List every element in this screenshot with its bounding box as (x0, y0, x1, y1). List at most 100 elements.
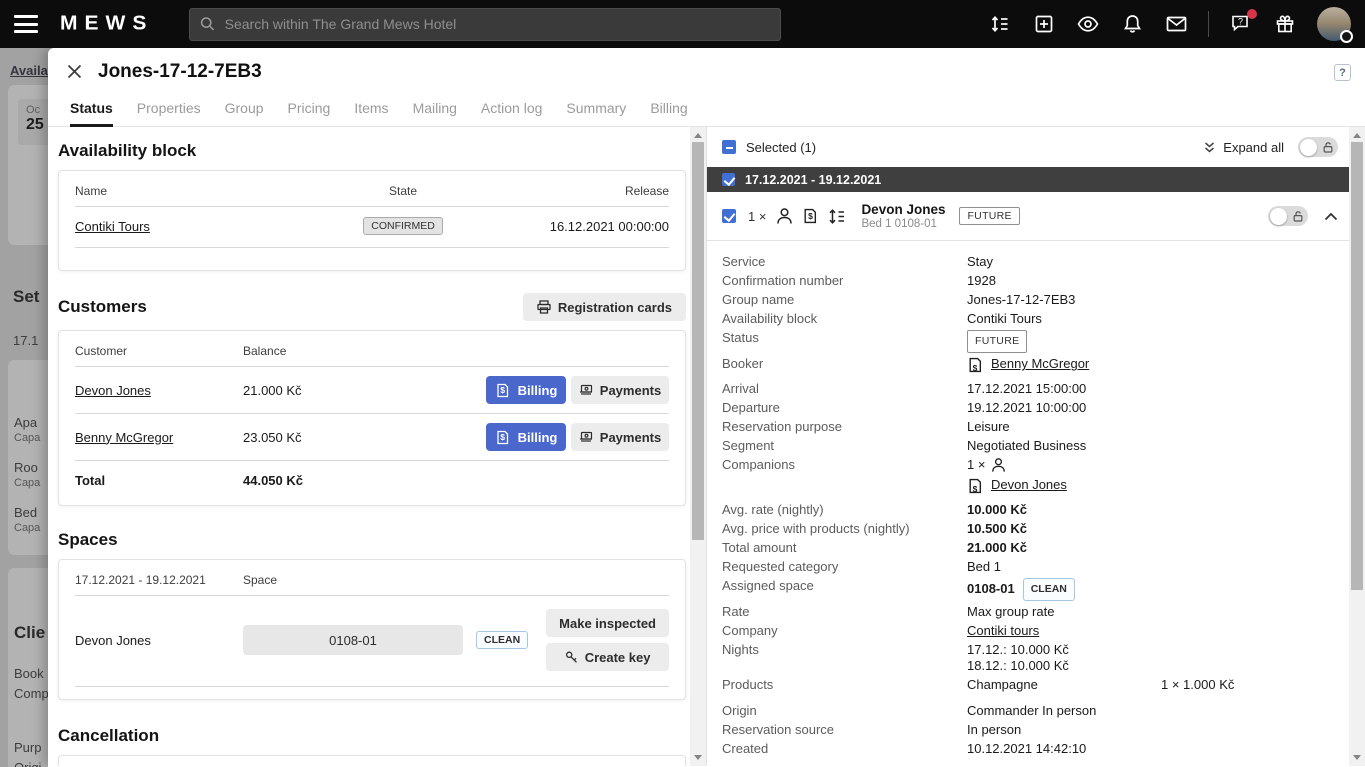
tab-summary[interactable]: Summary (566, 100, 626, 126)
user-avatar[interactable] (1317, 7, 1351, 41)
cancellation-heading: Cancellation (58, 726, 686, 746)
expand-all-icon[interactable] (1203, 141, 1216, 154)
search-icon (200, 16, 215, 32)
detail-value: In person (967, 722, 1021, 738)
detail-value: 10.000 Kč (967, 502, 1027, 518)
select-all-checkbox[interactable] (722, 140, 736, 154)
app-root: MEWS ? (0, 0, 1365, 767)
reservations-right-pane: Selected (1) Expand all 17.12.2021 - 19.… (706, 127, 1350, 766)
company-link[interactable]: Contiki tours (967, 623, 1039, 639)
expand-all-label[interactable]: Expand all (1223, 140, 1284, 155)
customers-card: Customer Balance Devon Jones 21.000 Kč $ (58, 330, 686, 506)
confirmed-badge: CONFIRMED (363, 217, 443, 235)
clean-badge: CLEAN (1023, 578, 1075, 600)
search-input[interactable] (225, 16, 771, 32)
space-assignment: Bed 1 0108-01 (861, 218, 945, 230)
add-icon[interactable] (1032, 12, 1056, 36)
rate-sort-icon (828, 208, 846, 225)
payments-icon (579, 384, 593, 397)
customers-total-row: Total 44.050 Kč (75, 461, 669, 501)
customer-row: Benny McGregor 23.050 Kč $ Billing (75, 414, 669, 461)
companion-link[interactable]: Devon Jones (991, 477, 1067, 493)
group-checkbox[interactable] (722, 173, 735, 186)
reservation-details: ServiceStay Confirmation number1928 Grou… (707, 241, 1350, 759)
printer-icon (537, 300, 551, 314)
payments-button[interactable]: Payments (571, 376, 669, 404)
create-key-button[interactable]: Create key (546, 643, 669, 671)
registration-cards-button[interactable]: Registration cards (523, 293, 686, 321)
gift-icon[interactable] (1273, 12, 1297, 36)
customer-balance: 23.050 Kč (243, 430, 486, 445)
make-inspected-button[interactable]: Make inspected (546, 609, 669, 637)
tab-properties[interactable]: Properties (137, 100, 201, 126)
notifications-bell-icon[interactable] (1120, 12, 1144, 36)
price-tag-icon: $ (495, 381, 511, 399)
right-scrollbar[interactable] (1349, 127, 1365, 766)
price-tag-icon: $ (495, 428, 511, 446)
payments-button[interactable]: Payments (571, 423, 669, 451)
reservation-summary-row[interactable]: 1 × $ Devon Jones Bed 1 0108-01 (707, 192, 1350, 241)
reservation-checkbox[interactable] (722, 209, 736, 223)
night-rate: 18.12.: 10.000 Kč (967, 658, 1069, 674)
billing-button[interactable]: $ Billing (486, 423, 566, 451)
space-select[interactable]: 0108-01 (243, 625, 463, 655)
lock-icon (1293, 211, 1303, 222)
occupancy-count: 1 × (748, 209, 766, 224)
background-date-chip: Oc 25 (18, 99, 48, 145)
billing-button[interactable]: $ Billing (486, 376, 566, 404)
detail-value: Negotiated Business (967, 438, 1086, 454)
detail-value: 19.12.2021 10:00:00 (967, 400, 1086, 416)
tab-status[interactable]: Status (70, 100, 113, 126)
customer-link[interactable]: Benny McGregor (75, 430, 173, 445)
tab-group[interactable]: Group (225, 100, 264, 126)
background-set-date: 17.1 (13, 333, 38, 348)
booker-link[interactable]: Benny McGregor (991, 356, 1089, 372)
tab-pricing[interactable]: Pricing (288, 100, 331, 126)
price-tag-icon: $ (802, 207, 818, 225)
tab-action-log[interactable]: Action log (481, 100, 542, 126)
close-icon[interactable] (64, 62, 84, 82)
background-availability-link: Availab (10, 63, 48, 78)
global-search[interactable] (189, 8, 781, 41)
menu-icon[interactable] (14, 15, 38, 33)
person-icon (776, 207, 793, 225)
detail-value: Stay (967, 254, 993, 270)
key-icon (565, 651, 578, 664)
space-customer: Devon Jones (75, 633, 243, 648)
detail-value: Commander In person (967, 703, 1096, 719)
tab-mailing[interactable]: Mailing (413, 100, 457, 126)
modal-header: Jones-17-12-7EB3 ? (48, 48, 1365, 95)
help-button[interactable]: ? (1334, 64, 1351, 81)
modal-backdrop[interactable]: Availab Oc 25 Set 17.1 Apa Capa Roo Capa… (0, 48, 48, 767)
line-spacing-icon[interactable] (988, 12, 1012, 36)
detail-value: 10.12.2021 14:42:10 (967, 741, 1086, 757)
spaces-card: 17.12.2021 - 19.12.2021 Space Devon Jone… (58, 559, 686, 700)
cancellation-card: Reason * (58, 755, 686, 766)
companion-count: 1 × (967, 457, 985, 473)
availability-block-link[interactable]: Contiki Tours (75, 219, 150, 234)
product-name: Champagne (967, 677, 1161, 693)
lock-toggle[interactable] (1298, 137, 1338, 157)
collapse-chevron-icon[interactable] (1324, 212, 1338, 221)
price-tag-icon: $ (967, 477, 983, 495)
tab-items[interactable]: Items (354, 100, 388, 126)
selection-toolbar: Selected (1) Expand all (707, 127, 1350, 167)
status-left-pane: Availability block Name State Release Co… (48, 127, 690, 766)
tab-billing[interactable]: Billing (650, 100, 687, 126)
detail-value: Leisure (967, 419, 1010, 435)
left-scrollbar[interactable] (690, 127, 706, 766)
messages-envelope-icon[interactable] (1164, 12, 1188, 36)
detail-value: Bed 1 (967, 559, 1001, 575)
watch-eye-icon[interactable] (1076, 12, 1100, 36)
mews-logo[interactable]: MEWS (60, 13, 153, 36)
detail-value: Max group rate (967, 604, 1054, 620)
guest-name-block: Devon Jones Bed 1 0108-01 (861, 202, 945, 230)
lock-toggle[interactable] (1268, 206, 1308, 226)
assigned-space-number: 0108-01 (967, 581, 1015, 597)
help-chat-icon[interactable]: ? (1229, 12, 1253, 36)
customer-link[interactable]: Devon Jones (75, 383, 151, 398)
detail-value: Jones-17-12-7EB3 (967, 292, 1075, 308)
detail-value: Contiki Tours (967, 311, 1042, 327)
navbar-icons: ? (988, 7, 1365, 41)
availability-table-header: Name State Release (75, 171, 669, 207)
